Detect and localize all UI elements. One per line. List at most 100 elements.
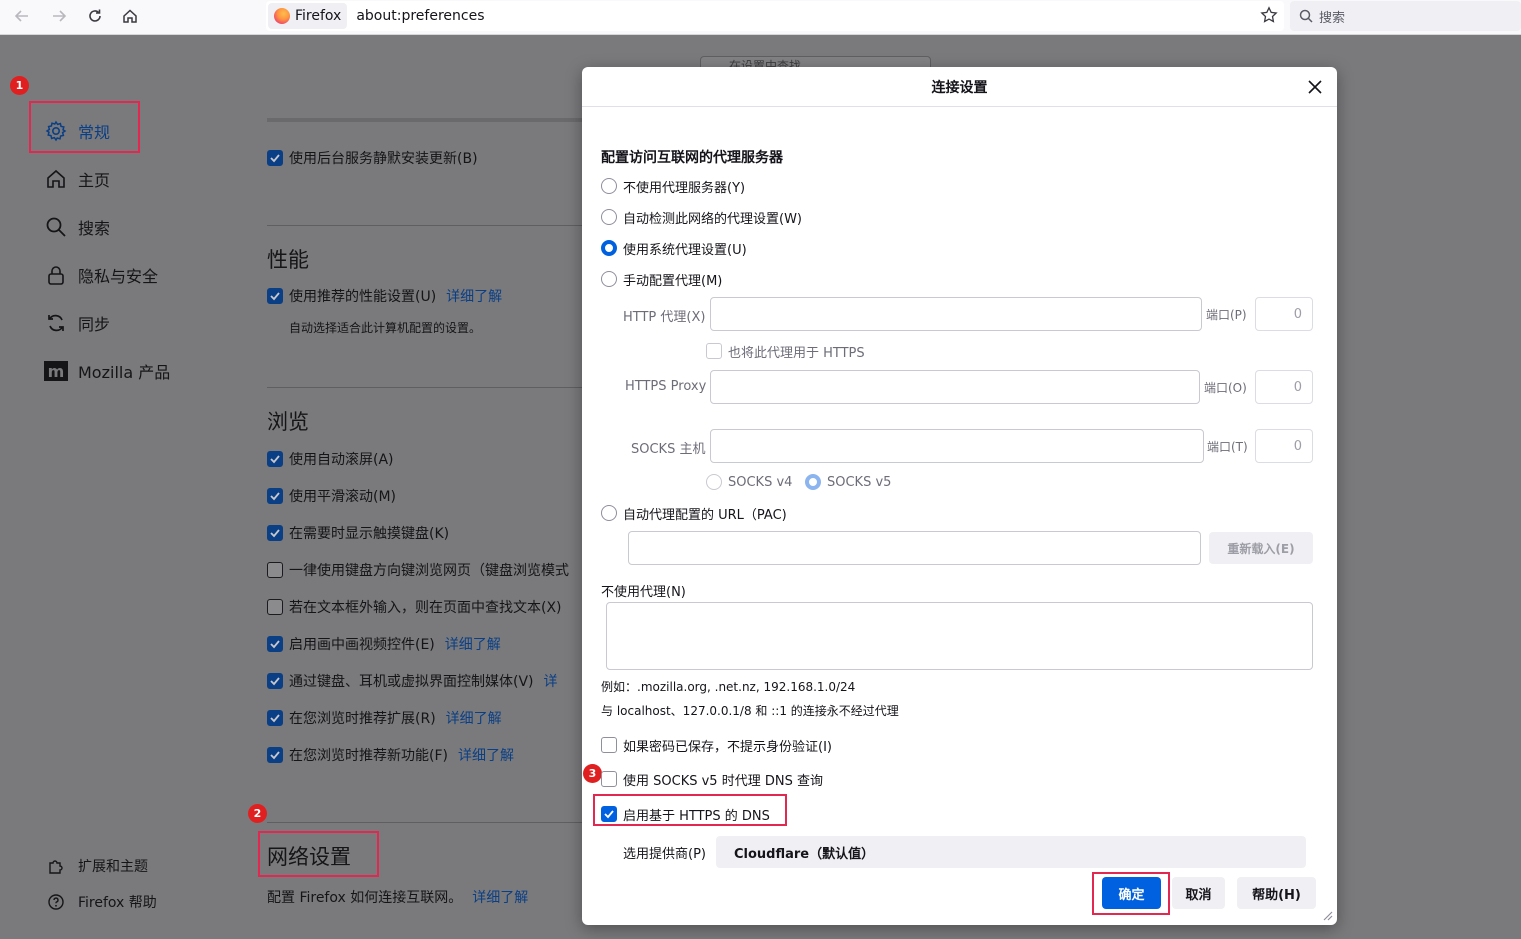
radio-button[interactable] <box>601 178 617 194</box>
help-icon <box>44 890 68 914</box>
learn-more-link[interactable]: 详细了解 <box>445 634 501 654</box>
url-bar[interactable]: Firefox about:preferences <box>266 1 1284 31</box>
radio-label: SOCKS v5 <box>827 474 892 490</box>
learn-more-link[interactable]: 详细了解 <box>446 286 502 306</box>
learn-more-link[interactable]: 详细了解 <box>458 745 514 765</box>
checkbox-checked[interactable] <box>267 488 283 504</box>
sidebar-item-home[interactable]: 主页 <box>44 159 110 199</box>
checkbox-checked[interactable] <box>267 525 283 541</box>
socks-host-input[interactable] <box>710 429 1204 463</box>
checkbox-label: 也将此代理用于 HTTPS <box>728 345 865 361</box>
annotation-badge-2: 2 <box>248 804 267 823</box>
sidebar-item-mozilla[interactable]: m Mozilla 产品 <box>44 351 170 391</box>
browse-option-row[interactable]: 若在文本框外输入，则在页面中查找文本(X) <box>267 597 562 617</box>
checkbox-checked[interactable] <box>601 806 617 822</box>
reload-pac-button[interactable]: 重新载入(E) <box>1209 532 1313 564</box>
section-divider <box>267 225 582 226</box>
network-section-title: 网络设置 <box>267 845 351 869</box>
radio-button[interactable] <box>706 474 722 490</box>
radio-pac[interactable]: 自动代理配置的 URL（PAC) <box>601 503 787 523</box>
https-port-input[interactable]: 0 <box>1255 370 1313 404</box>
section-divider <box>267 387 582 388</box>
http-port-label: 端口(P) <box>1206 308 1247 322</box>
radio-button[interactable] <box>601 505 617 521</box>
learn-more-link[interactable]: 详 <box>544 671 558 691</box>
radio-system-proxy[interactable]: 使用系统代理设置(U) <box>601 238 747 258</box>
annotation-badge-3: 3 <box>583 764 602 783</box>
checkbox-checked[interactable] <box>267 451 283 467</box>
radio-manual-proxy[interactable]: 手动配置代理(M) <box>601 269 722 289</box>
sidebar-item-general[interactable]: 常规 <box>44 111 110 151</box>
also-https-row[interactable]: 也将此代理用于 HTTPS <box>706 341 865 361</box>
browse-option-row[interactable]: 一律使用键盘方向键浏览网页（键盘浏览模式 <box>267 560 569 580</box>
socks-dns-row[interactable]: 使用 SOCKS v5 时代理 DNS 查询 <box>601 769 823 789</box>
socks-v4-radio[interactable]: SOCKS v4 <box>706 472 792 492</box>
sidebar-footer-addons[interactable]: 扩展和主题 <box>44 846 148 886</box>
radio-button-selected[interactable] <box>805 474 821 490</box>
learn-more-link[interactable]: 详细了解 <box>472 887 528 907</box>
socks-port-input[interactable]: 0 <box>1255 429 1313 463</box>
http-port-input[interactable]: 0 <box>1255 297 1313 331</box>
checkbox-label: 若在文本框外输入，则在页面中查找文本(X) <box>289 600 562 616</box>
sidebar-item-sync[interactable]: 同步 <box>44 303 110 343</box>
browse-option-row[interactable]: 使用自动滚屏(A) <box>267 449 394 469</box>
browse-option-row[interactable]: 使用平滑滚动(M) <box>267 486 396 506</box>
checkbox[interactable] <box>267 150 283 166</box>
ok-button[interactable]: 确定 <box>1102 877 1161 909</box>
doh-row[interactable]: 启用基于 HTTPS 的 DNS <box>601 804 770 824</box>
sidebar-item-search[interactable]: 搜索 <box>44 207 110 247</box>
http-proxy-input[interactable] <box>710 297 1202 331</box>
browser-toolbar: Firefox about:preferences 搜索 <box>0 0 1521 35</box>
socks-v5-radio[interactable]: SOCKS v5 <box>805 472 891 492</box>
home-button[interactable] <box>116 2 144 30</box>
checkbox-checked[interactable] <box>267 710 283 726</box>
radio-button-selected[interactable] <box>601 240 617 256</box>
browse-option-row[interactable]: 在您浏览时推荐扩展(R) 详细了解 <box>267 708 502 728</box>
sidebar-item-privacy[interactable]: 隐私与安全 <box>44 255 158 295</box>
sidebar-footer-help[interactable]: Firefox 帮助 <box>44 882 157 922</box>
provider-select[interactable]: Cloudflare（默认值） <box>716 836 1306 868</box>
checkbox[interactable] <box>267 599 283 615</box>
forward-button[interactable] <box>45 2 73 30</box>
browse-option-row[interactable]: 在您浏览时推荐新功能(F) 详细了解 <box>267 745 514 765</box>
browse-option-row[interactable]: 在需要时显示触摸键盘(K) <box>267 523 449 543</box>
update-background-row[interactable]: 使用后台服务静默安装更新(B) <box>267 148 478 168</box>
checkbox[interactable] <box>267 288 283 304</box>
back-button[interactable] <box>8 2 36 30</box>
sidebar-item-label: 同步 <box>78 315 111 334</box>
checkbox-checked[interactable] <box>267 747 283 763</box>
resize-grip-icon[interactable] <box>1321 909 1333 921</box>
annotation-badge-1: 1 <box>10 76 29 95</box>
search-bar[interactable]: 搜索 <box>1290 1 1521 31</box>
checkbox-checked[interactable] <box>267 636 283 652</box>
checkbox[interactable] <box>601 771 617 787</box>
browse-option-row[interactable]: 启用画中画视频控件(E) 详细了解 <box>267 634 501 654</box>
star-icon[interactable] <box>1260 6 1278 24</box>
identity-box[interactable]: Firefox <box>268 3 348 29</box>
checkbox[interactable] <box>267 562 283 578</box>
https-proxy-input[interactable] <box>710 370 1200 404</box>
checkbox-checked[interactable] <box>267 673 283 689</box>
sidebar-footer-label: 扩展和主题 <box>78 859 148 875</box>
cancel-button[interactable]: 取消 <box>1172 877 1225 909</box>
browse-option-row[interactable]: 通过键盘、耳机或虚拟界面控制媒体(V) 详 <box>267 671 558 691</box>
checkbox[interactable] <box>601 737 617 753</box>
learn-more-link[interactable]: 详细了解 <box>446 708 502 728</box>
checkbox[interactable] <box>706 343 722 359</box>
lock-icon <box>44 263 68 287</box>
no-proxy-textarea[interactable] <box>606 602 1313 670</box>
perf-recommended-row[interactable]: 使用推荐的性能设置(U) 详细了解 <box>267 286 502 306</box>
no-auth-prompt-row[interactable]: 如果密码已保存，不提示身份验证(I) <box>601 735 832 755</box>
help-button[interactable]: 帮助(H) <box>1237 877 1316 909</box>
pac-url-input[interactable] <box>628 531 1201 565</box>
reload-button[interactable] <box>81 2 109 30</box>
radio-no-proxy[interactable]: 不使用代理服务器(Y) <box>601 176 745 196</box>
connection-settings-dialog: 连接设置 配置访问互联网的代理服务器 不使用代理服务器(Y) 自动检测此网络的代… <box>582 67 1337 925</box>
radio-button[interactable] <box>601 271 617 287</box>
section-divider <box>267 118 582 122</box>
close-button[interactable] <box>1305 77 1325 97</box>
radio-label: 使用系统代理设置(U) <box>623 242 747 258</box>
radio-button[interactable] <box>601 209 617 225</box>
url-text[interactable]: about:preferences <box>356 8 484 24</box>
radio-auto-detect[interactable]: 自动检测此网络的代理设置(W) <box>601 207 802 227</box>
